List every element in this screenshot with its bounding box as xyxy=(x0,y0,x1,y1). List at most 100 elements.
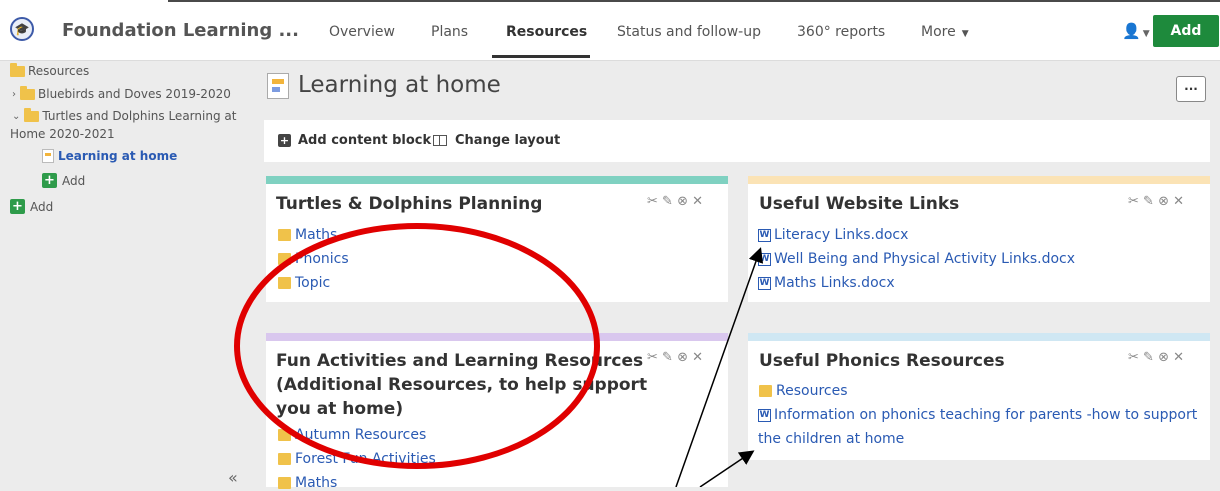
chevron-down-icon: ▼ xyxy=(1142,29,1150,39)
sidebar-root-resources[interactable]: Resources xyxy=(10,62,90,78)
top-navigation-bar: 🎓 Foundation Learning ... Overview Plans… xyxy=(0,0,1220,61)
folder-icon xyxy=(278,277,291,289)
block-title-line2: (Additional Resources, to help support xyxy=(276,375,648,395)
folder-icon xyxy=(278,253,291,265)
chevron-down-icon: ⌄ xyxy=(12,110,21,122)
doc-link-phonics-info[interactable]: W Information on phonics teaching for par… xyxy=(758,407,1197,423)
sidebar-item-label: Bluebirds and Doves 2019-2020 xyxy=(38,87,231,101)
close-icon[interactable]: ✕ xyxy=(1173,350,1184,365)
resource-link-forest[interactable]: Forest Fun Activities xyxy=(278,451,436,467)
close-icon[interactable]: ✕ xyxy=(1173,194,1184,209)
page-icon xyxy=(267,73,289,99)
copy-icon[interactable]: ⊗ xyxy=(1158,350,1169,365)
doc-link-maths[interactable]: W Maths Links.docx xyxy=(758,275,895,291)
sidebar-item-label: Turtles and Dolphins Learning at xyxy=(42,109,237,123)
add-button[interactable]: Add xyxy=(1153,15,1219,47)
edit-icon[interactable]: ✎ xyxy=(1143,350,1154,365)
folder-icon xyxy=(10,62,25,77)
doc-link-phonics-info-line2[interactable]: the children at home xyxy=(758,431,904,447)
link-label: Forest Fun Activities xyxy=(295,451,436,467)
sidebar-item-turtles[interactable]: ⌄ Turtles and Dolphins Learning at xyxy=(12,107,237,123)
doc-link-literacy[interactable]: W Literacy Links.docx xyxy=(758,227,908,243)
cut-icon[interactable]: ✂ xyxy=(647,194,658,209)
chevron-right-icon: › xyxy=(12,88,16,100)
tab-resources[interactable]: Resources xyxy=(506,24,587,40)
cut-icon[interactable]: ✂ xyxy=(1128,350,1139,365)
top-border-line xyxy=(168,0,1220,2)
sidebar-item-turtles-line2[interactable]: Home 2020-2021 xyxy=(10,127,115,141)
block-title-line1: Fun Activities and Learning Resources xyxy=(276,351,644,371)
folder-icon xyxy=(20,85,35,100)
collapse-sidebar-icon[interactable]: « xyxy=(228,468,238,487)
copy-icon[interactable]: ⊗ xyxy=(1158,194,1169,209)
block-tools: ✂ ✎ ⊗ ✕ xyxy=(1128,350,1184,365)
block-tools: ✂ ✎ ⊗ ✕ xyxy=(647,350,703,365)
word-doc-icon: W xyxy=(758,408,771,422)
block-title: Turtles & Dolphins Planning xyxy=(276,194,543,214)
link-label: Resources xyxy=(776,383,848,399)
block-title: Useful Website Links xyxy=(759,194,960,214)
user-menu-icon[interactable]: 👤 ▼ xyxy=(1122,22,1150,40)
add-content-block-button[interactable]: + Add content block xyxy=(278,133,431,148)
close-icon[interactable]: ✕ xyxy=(692,194,703,209)
block-accent-bar xyxy=(748,333,1210,341)
page-title: Learning at home xyxy=(298,72,501,98)
block-tools: ✂ ✎ ⊗ ✕ xyxy=(1128,194,1184,209)
block-title-line3: you at home) xyxy=(276,399,404,419)
change-layout-button[interactable]: Change layout xyxy=(433,133,560,148)
plus-icon: + xyxy=(278,134,291,147)
block-accent-bar xyxy=(748,176,1210,184)
tab-360-reports[interactable]: 360° reports xyxy=(797,24,885,40)
more-options-button[interactable]: ··· xyxy=(1176,76,1206,102)
word-doc-icon: W xyxy=(758,252,771,266)
link-label: Maths Links.docx xyxy=(774,275,895,291)
copy-icon[interactable]: ⊗ xyxy=(677,194,688,209)
edit-icon[interactable]: ✎ xyxy=(1143,194,1154,209)
resource-link-topic[interactable]: Topic xyxy=(278,275,330,291)
copy-icon[interactable]: ⊗ xyxy=(677,350,688,365)
block-accent-bar xyxy=(266,176,728,184)
chevron-down-icon: ▼ xyxy=(961,29,969,39)
resource-link-maths[interactable]: Maths xyxy=(278,227,337,243)
doc-link-wellbeing[interactable]: W Well Being and Physical Activity Links.… xyxy=(758,251,1075,267)
resources-sidebar: Resources › Bluebirds and Doves 2019-2020… xyxy=(0,61,252,487)
tab-status-follow-up[interactable]: Status and follow-up xyxy=(617,24,761,40)
folder-icon xyxy=(759,385,772,397)
cut-icon[interactable]: ✂ xyxy=(647,350,658,365)
sidebar-item-label: Add xyxy=(30,199,54,214)
tab-plans[interactable]: Plans xyxy=(431,24,468,40)
link-label: Well Being and Physical Activity Links.d… xyxy=(774,251,1076,267)
sidebar-item-learning-at-home[interactable]: Learning at home xyxy=(42,149,177,163)
sidebar-root-label: Resources xyxy=(28,64,90,78)
page-toolbar: + Add content block Change layout xyxy=(264,120,1210,162)
edit-icon[interactable]: ✎ xyxy=(662,350,673,365)
block-title: Useful Phonics Resources xyxy=(759,351,1005,371)
page-icon xyxy=(42,149,54,163)
sidebar-add-root[interactable]: + Add xyxy=(10,199,53,214)
link-label: Maths xyxy=(295,475,338,491)
edit-icon[interactable]: ✎ xyxy=(662,194,673,209)
sidebar-item-bluebirds[interactable]: › Bluebirds and Doves 2019-2020 xyxy=(12,85,231,101)
block-tools: ✂ ✎ ⊗ ✕ xyxy=(647,194,703,209)
resource-link-autumn[interactable]: Autumn Resources xyxy=(278,427,426,443)
close-icon[interactable]: ✕ xyxy=(692,350,703,365)
word-doc-icon: W xyxy=(758,276,771,290)
resource-link-phonics[interactable]: Phonics xyxy=(278,251,349,267)
link-label: Maths xyxy=(295,227,338,243)
folder-icon xyxy=(278,429,291,441)
sidebar-item-label: Add xyxy=(62,173,86,188)
sidebar-add-child[interactable]: + Add xyxy=(42,173,85,188)
app-title[interactable]: Foundation Learning ... xyxy=(62,20,299,41)
tab-more-label: More xyxy=(921,24,956,40)
resource-link-phonics-resources[interactable]: Resources xyxy=(759,383,848,399)
resource-link-maths-2[interactable]: Maths xyxy=(278,475,337,491)
tab-overview[interactable]: Overview xyxy=(329,24,395,40)
app-logo-icon[interactable]: 🎓 xyxy=(10,17,34,41)
link-label: Autumn Resources xyxy=(295,427,427,443)
cut-icon[interactable]: ✂ xyxy=(1128,194,1139,209)
change-layout-label: Change layout xyxy=(455,133,561,148)
link-label: Topic xyxy=(295,275,331,291)
block-accent-bar xyxy=(266,333,728,341)
plus-icon: + xyxy=(42,173,57,188)
tab-more[interactable]: More ▼ xyxy=(921,24,969,40)
